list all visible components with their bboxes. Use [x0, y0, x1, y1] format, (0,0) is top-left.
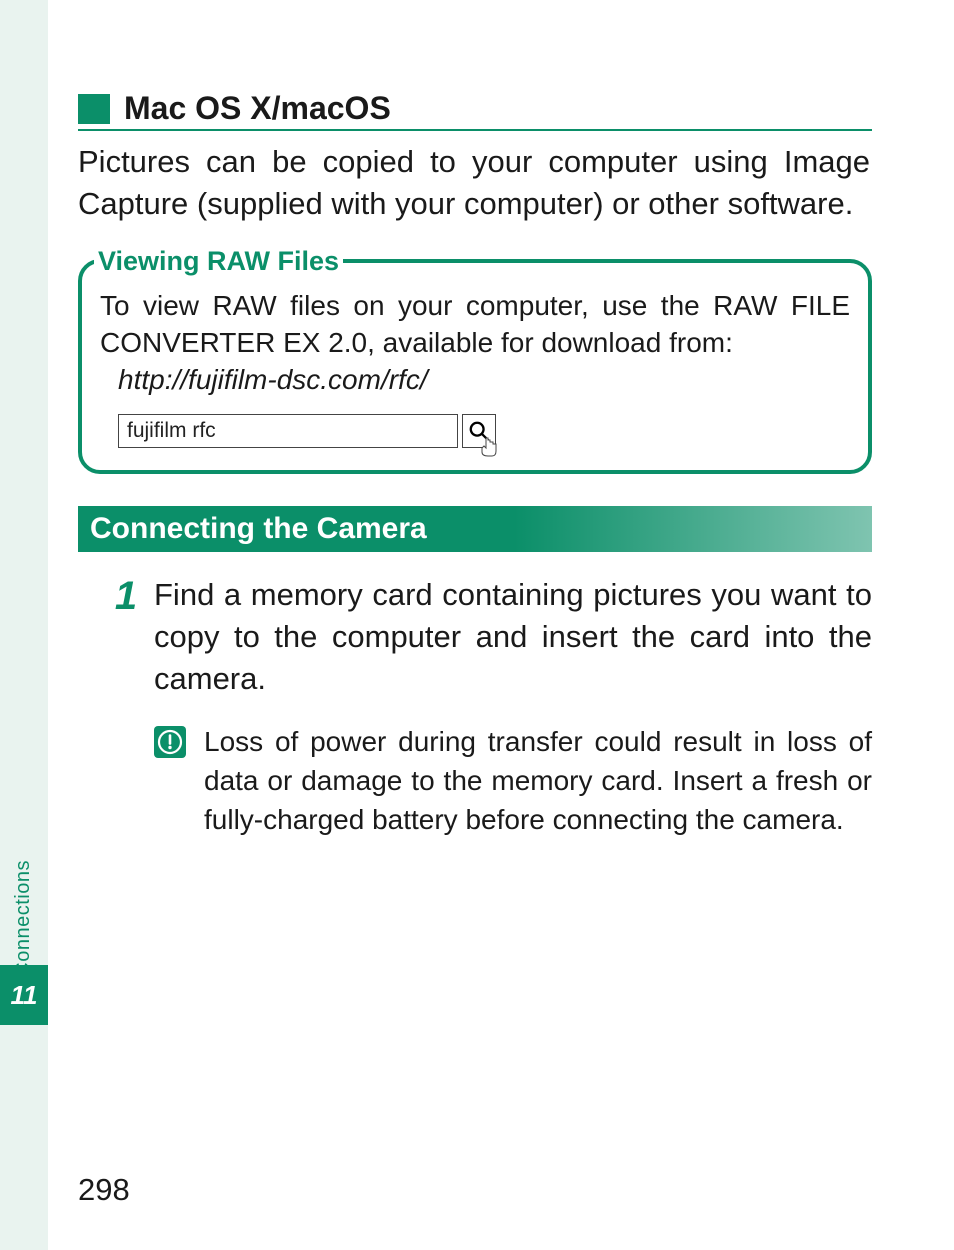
step-text: Find a memory card containing pictures y…: [146, 574, 872, 700]
subheading-text: Mac OS X/macOS: [124, 90, 391, 127]
search-row: [100, 414, 850, 448]
page-content: Mac OS X/macOS Pictures can be copied to…: [48, 0, 954, 879]
search-button[interactable]: [462, 414, 496, 448]
side-section-label: Connections: [12, 860, 35, 977]
step-1: 1 Find a memory card containing pictures…: [78, 574, 872, 700]
caution-icon: [154, 726, 186, 758]
callout-box: Viewing RAW Files To view RAW files on y…: [78, 259, 872, 475]
callout-body-text: To view RAW files on your computer, use …: [100, 287, 850, 363]
search-input[interactable]: [118, 414, 458, 448]
side-chapter-number: 11: [11, 980, 38, 1011]
section-title-text: Connecting the Camera: [90, 512, 427, 545]
side-chapter-tab: 11: [0, 965, 48, 1025]
caution-block: Loss of power during transfer could resu…: [78, 722, 872, 840]
callout-url: http://fujifilm-dsc.com/rfc/: [100, 364, 850, 396]
left-margin-strip: Connections 11: [0, 0, 48, 1250]
pointer-cursor-icon: [480, 436, 500, 458]
subheading-row: Mac OS X/macOS: [78, 90, 872, 131]
page-number: 298: [78, 1172, 130, 1208]
section-title-bar: Connecting the Camera: [78, 506, 872, 552]
step-number: 1: [106, 574, 146, 616]
caution-text: Loss of power during transfer could resu…: [186, 722, 872, 840]
callout-title: Viewing RAW Files: [94, 246, 343, 277]
heading-bullet-square: [78, 94, 110, 124]
intro-paragraph: Pictures can be copied to your computer …: [78, 141, 872, 225]
